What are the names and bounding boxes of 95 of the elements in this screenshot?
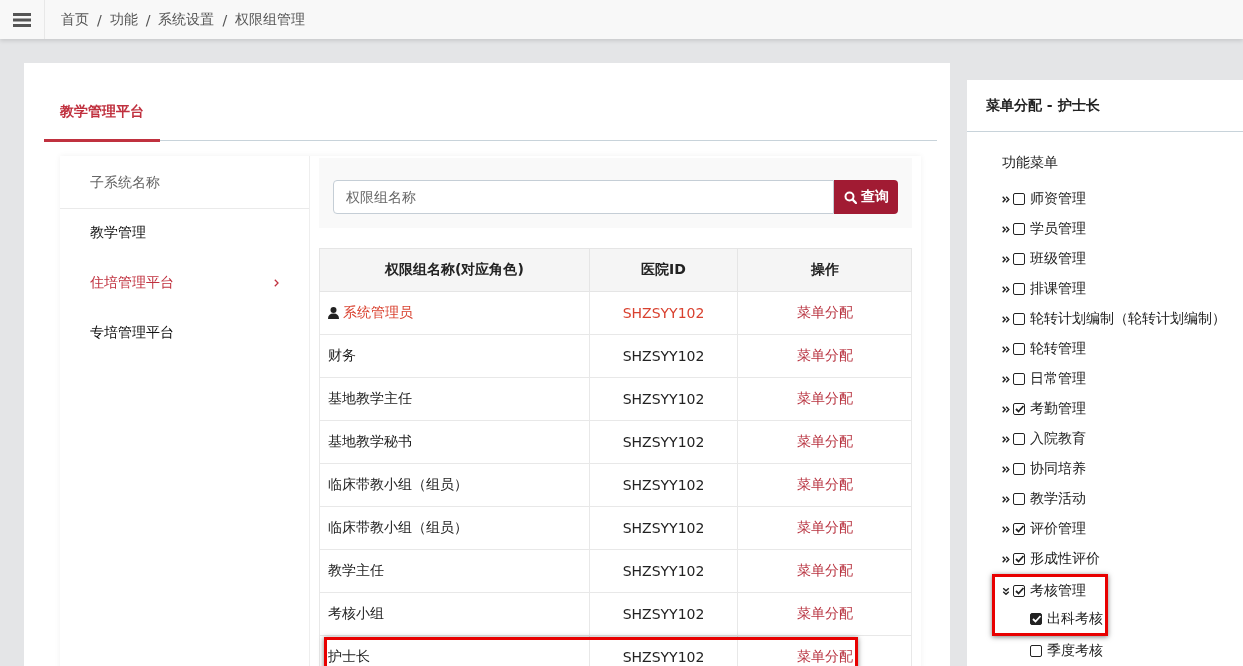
column-header: 医院ID <box>589 248 738 292</box>
checkbox[interactable] <box>1030 613 1042 625</box>
breadcrumb-link[interactable]: 系统设置 <box>158 10 215 29</box>
menu-item-label: 季度考核 <box>1047 642 1103 660</box>
hospital-id: SHZSYY102 <box>622 649 705 665</box>
checkbox[interactable] <box>1013 373 1025 385</box>
expand-icon[interactable] <box>1002 285 1010 293</box>
menu-item-label: 入院教育 <box>1030 430 1086 448</box>
hospital-id: SHZSYY102 <box>622 563 705 579</box>
search-field[interactable]: 权限组名称 <box>333 180 834 214</box>
checkbox[interactable] <box>1013 283 1025 295</box>
hospital-id: SHZSYY102 <box>622 606 705 622</box>
expand-icon[interactable] <box>1002 555 1010 563</box>
role-name: 临床带教小组（组员） <box>328 519 468 537</box>
hospital-id: SHZSYY102 <box>622 520 705 536</box>
separator: / <box>97 11 102 28</box>
checkbox[interactable] <box>1030 645 1042 657</box>
search-icon <box>843 190 857 204</box>
checkbox[interactable] <box>1013 585 1025 597</box>
checkbox[interactable] <box>1013 553 1025 565</box>
expand-icon[interactable] <box>1002 225 1010 233</box>
hospital-id: SHZSYY102 <box>622 391 705 407</box>
expand-icon[interactable] <box>1002 315 1010 323</box>
column-header: 权限组名称(对应角色) <box>319 248 590 292</box>
assign-menu-link[interactable]: 菜单分配 <box>796 562 853 580</box>
assign-menu-link[interactable]: 菜单分配 <box>796 476 853 494</box>
checkbox[interactable] <box>1013 253 1025 265</box>
role-name: 临床带教小组（组员） <box>328 476 468 494</box>
checkbox[interactable] <box>1013 343 1025 355</box>
breadcrumb-link[interactable]: 权限组管理 <box>235 10 306 29</box>
tab[interactable]: 教学管理平台 <box>44 93 160 142</box>
menu-item-label: 日常管理 <box>1030 370 1086 388</box>
hospital-id: SHZSYY102 <box>622 434 705 450</box>
assign-menu-link[interactable]: 菜单分配 <box>796 648 853 666</box>
role-name: 考核小组 <box>328 605 384 623</box>
role-name: 教学主任 <box>328 562 384 580</box>
column-header: 子系统名称 <box>60 156 309 209</box>
expand-icon[interactable] <box>1002 375 1010 383</box>
expand-icon[interactable] <box>1002 345 1010 353</box>
search-button[interactable]: 查询 <box>834 180 898 214</box>
menu-icon <box>13 12 31 27</box>
subsystem-item[interactable]: 专培管理平台 <box>60 309 309 359</box>
breadcrumb-link[interactable]: 首页 <box>61 10 89 29</box>
checkbox[interactable] <box>1013 313 1025 325</box>
checkbox[interactable] <box>1013 193 1025 205</box>
breadcrumb-link[interactable]: 功能 <box>109 10 138 29</box>
menu-item-label: 教学活动 <box>1030 490 1086 508</box>
subsystem-item[interactable]: 教学管理 <box>60 209 309 259</box>
expand-icon[interactable] <box>1002 405 1010 413</box>
collapse-icon[interactable] <box>1002 587 1010 595</box>
checkbox[interactable] <box>1013 223 1025 235</box>
assign-menu-link[interactable]: 菜单分配 <box>796 605 853 623</box>
role-name: 基地教学主任 <box>328 390 412 408</box>
separator: / <box>222 11 228 28</box>
menu-item-label: 排课管理 <box>1030 280 1086 298</box>
menu-item-label: 考核管理 <box>1030 582 1086 600</box>
menu-item-label: 轮转管理 <box>1030 340 1086 358</box>
checkbox[interactable] <box>1013 403 1025 415</box>
expand-icon[interactable] <box>1002 465 1010 473</box>
role-name: 基地教学秘书 <box>328 433 412 451</box>
assign-menu-link[interactable]: 菜单分配 <box>796 519 853 537</box>
expand-icon[interactable] <box>1002 435 1010 443</box>
menu-item-label: 学员管理 <box>1030 220 1086 238</box>
checkbox[interactable] <box>1013 493 1025 505</box>
menu-item-label: 班级管理 <box>1030 250 1086 268</box>
separator: / <box>145 11 151 28</box>
expand-icon[interactable] <box>1002 495 1010 503</box>
role-name: 系统管理员 <box>343 304 413 322</box>
expand-icon[interactable] <box>1002 195 1010 203</box>
assign-menu-link[interactable]: 菜单分配 <box>796 433 853 451</box>
role-name: 财务 <box>328 347 356 365</box>
hospital-id: SHZSYY102 <box>622 305 705 321</box>
expand-icon[interactable] <box>1002 255 1010 263</box>
checkbox[interactable] <box>1013 523 1025 535</box>
assign-menu-link[interactable]: 菜单分配 <box>796 304 853 322</box>
menu-item-label: 考勤管理 <box>1030 400 1086 418</box>
chevron-icon <box>274 279 279 287</box>
checkbox[interactable] <box>1013 433 1025 445</box>
menu-item-label: 轮转计划编制（轮转计划编制） <box>1030 310 1226 328</box>
menu-item-label: 协同培养 <box>1030 460 1086 478</box>
menu-item-label: 形成性评价 <box>1030 550 1100 568</box>
column-header: 操作 <box>737 248 912 292</box>
hospital-id: SHZSYY102 <box>622 477 705 493</box>
tree-root: 功能菜单 <box>1002 154 1059 172</box>
menu-item-label: 师资管理 <box>1030 190 1086 208</box>
expand-icon[interactable] <box>1002 525 1010 533</box>
assign-menu-link[interactable]: 菜单分配 <box>796 390 853 408</box>
menu-item-label: 评价管理 <box>1030 520 1086 538</box>
menu-item-label: 出科考核 <box>1047 610 1103 628</box>
checkbox[interactable] <box>1013 463 1025 475</box>
hospital-id: SHZSYY102 <box>622 348 705 364</box>
subsystem-item[interactable]: 住培管理平台 <box>60 259 309 309</box>
panel-title: 菜单分配 - 护士长 <box>967 80 1243 132</box>
role-name: 护士长 <box>328 648 370 666</box>
assign-menu-link[interactable]: 菜单分配 <box>796 347 853 365</box>
